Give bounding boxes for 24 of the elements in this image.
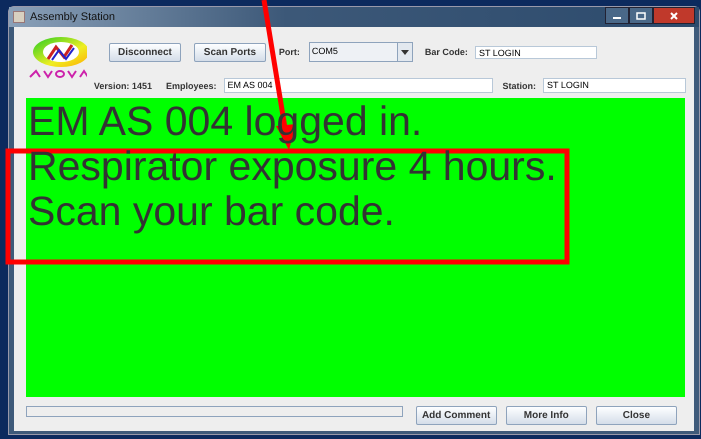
maximize-icon (636, 12, 646, 20)
port-label: Port: (278, 47, 300, 57)
minimize-button[interactable] (605, 7, 629, 24)
maximize-button[interactable] (629, 7, 653, 24)
message-line: Respirator exposure 4 hours. (28, 144, 558, 189)
station-field[interactable]: ST LOGIN (543, 78, 686, 93)
window-title: Assembly Station (30, 11, 115, 23)
barcode-field[interactable]: ST LOGIN (474, 46, 597, 58)
message-line: Scan your bar code. (28, 189, 395, 234)
more-info-button[interactable]: More Info (506, 406, 587, 425)
port-dropdown[interactable]: COM5 (308, 42, 413, 62)
close-icon (669, 12, 679, 20)
station-label: Station: (502, 80, 536, 90)
employees-field[interactable]: EM AS 004 (224, 78, 492, 93)
add-comment-button[interactable]: Add Comment (416, 406, 497, 425)
barcode-label: Bar Code: (424, 47, 468, 57)
caret-icon (400, 50, 409, 54)
scan-ports-button[interactable]: Scan Ports (194, 42, 266, 62)
close-button[interactable]: Close (596, 406, 677, 425)
employees-label: Employees: (166, 80, 216, 90)
app-icon (13, 11, 25, 23)
close-button[interactable] (653, 7, 695, 24)
disconnect-button[interactable]: Disconnect (108, 42, 181, 62)
version-label: Version: 1451 (94, 80, 152, 90)
